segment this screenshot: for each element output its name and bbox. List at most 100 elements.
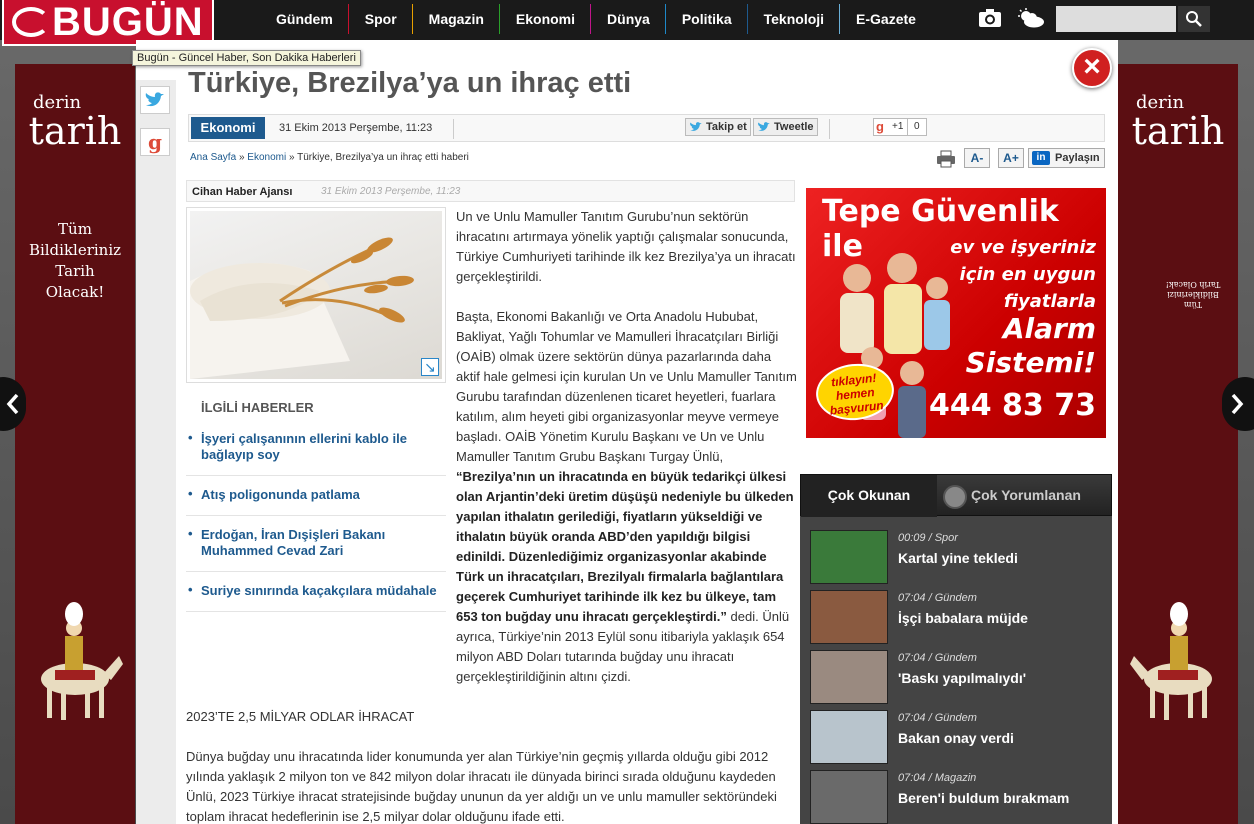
news-thumbnail (810, 530, 888, 584)
nav-spor[interactable]: Spor (349, 0, 413, 40)
breadcrumb-home[interactable]: Ana Sayfa (190, 152, 236, 163)
news-title: İşçi babalara müjde (898, 610, 1028, 626)
ad-brand-big: tarih (28, 109, 122, 153)
ad-product: Alarm Sistemi! (965, 312, 1096, 379)
logo-swoosh-icon (12, 7, 50, 37)
side-ad-left[interactable]: derin tarih Tüm Bildikleriniz Tarih Olac… (15, 64, 135, 824)
google-plus-icon: g (876, 119, 884, 134)
source-bar: Cihan Haber Ajansı 31 Ekim 2013 Perşembe… (186, 180, 795, 202)
main-nav: Gündem Spor Magazin Ekonomi Dünya Politi… (260, 0, 932, 40)
ad-tagline-rotated: Tüm Bildiklerinizi Tarih Olacak! (1165, 280, 1221, 309)
breadcrumb-category[interactable]: Ekonomi (247, 152, 286, 163)
popular-news-item[interactable]: 00:09 / Spor Kartal yine tekledi (808, 530, 1104, 584)
related-news-item[interactable]: Suriye sınırında kaçakçılara müdahale (186, 579, 446, 612)
share-rail: g (136, 80, 176, 824)
related-news-item[interactable]: Atış poligonunda patlama (186, 483, 446, 516)
nav-politika[interactable]: Politika (666, 0, 748, 40)
news-meta: 00:09 / Spor (898, 532, 958, 544)
ad-tagline: Tüm Bildikleriniz Tarih Olacak! (28, 220, 122, 301)
subheading: 2023’TE 2,5 MİLYAR ODLAR İHRACAT (186, 709, 415, 724)
breadcrumb: Ana Sayfa » Ekonomi » Türkiye, Brezilya’… (190, 152, 469, 163)
linkedin-share-button[interactable]: in Paylaşın (1028, 148, 1105, 168)
related-news-item[interactable]: Erdoğan, İran Dışişleri Bakanı Muhammed … (186, 523, 446, 572)
twitter-icon (758, 122, 770, 131)
related-news-title: İLGİLİ HABERLER (201, 400, 314, 415)
logo-tooltip: Bugün - Güncel Haber, Son Dakika Haberle… (132, 50, 361, 66)
search-icon (1186, 11, 1202, 27)
wheat-illustration (190, 237, 414, 379)
nav-dunya[interactable]: Dünya (591, 0, 666, 40)
ad-phone: 444 83 73 (928, 388, 1096, 423)
news-meta: 07:04 / Magazin (898, 772, 977, 784)
camera-icon[interactable] (978, 8, 1002, 28)
tab-toggle-icon[interactable] (943, 485, 967, 509)
article-panel: g Türkiye, Brezilya’ya un ihraç etti × E… (136, 40, 1118, 824)
ottoman-rider-illustration (41, 602, 123, 720)
print-icon[interactable] (936, 150, 956, 168)
next-article-button[interactable] (1222, 377, 1254, 431)
breadcrumb-current: Türkiye, Brezilya’ya un ihraç etti haber… (297, 152, 469, 163)
decrease-font-button[interactable]: A- (964, 148, 990, 168)
news-meta: 07:04 / Gündem (898, 592, 977, 604)
ad-brand-big: tarih (1131, 109, 1225, 153)
news-title: Beren'i buldum bırakmam (898, 790, 1070, 806)
tab-most-commented[interactable]: Çok Yorumlanan (971, 475, 1081, 517)
popular-news-item[interactable]: 07:04 / Gündem İşçi babalara müjde (808, 590, 1104, 644)
related-news: İLGİLİ HABERLER İşyeri çalışanının eller… (186, 400, 446, 619)
enlarge-icon[interactable]: ↘ (421, 358, 439, 376)
chevron-left-icon (6, 393, 19, 415)
ad-brand: derin tarih (1118, 94, 1238, 153)
news-title: 'Baskı yapılmalıydı' (898, 670, 1027, 686)
logo-text: BUGÜN (52, 0, 204, 44)
twitter-follow-button[interactable]: Takip et (685, 118, 751, 136)
news-thumbnail (810, 710, 888, 764)
popular-news-item[interactable]: 07:04 / Gündem 'Baskı yapılmalıydı' (808, 650, 1104, 704)
google-plus-share-button[interactable]: g (140, 128, 170, 156)
popular-news-widget: Çok Okunan Çok Yorumlanan 00:09 / Spor K… (800, 474, 1112, 824)
related-news-item[interactable]: İşyeri çalışanının ellerini kablo ile ba… (186, 427, 446, 476)
tab-most-read[interactable]: Çok Okunan (801, 475, 937, 517)
news-thumbnail (810, 650, 888, 704)
twitter-share-button[interactable] (140, 86, 170, 114)
flour-wheat-image: ↘ (190, 211, 442, 379)
nav-teknoloji[interactable]: Teknoloji (748, 0, 841, 40)
article-meta-bar: Ekonomi 31 Ekim 2013 Perşembe, 11:23 Tak… (188, 114, 1105, 142)
popular-tabs: Çok Okunan Çok Yorumlanan (800, 474, 1112, 517)
paragraph-3: Dünya buğday unu ihracatında lider konum… (186, 749, 777, 824)
popular-news-item[interactable]: 07:04 / Gündem Bakan onay verdi (808, 710, 1104, 764)
tweet-button[interactable]: Tweetle (753, 118, 818, 136)
close-icon: × (1083, 50, 1101, 83)
category-badge[interactable]: Ekonomi (191, 117, 265, 139)
google-plus-icon: g (148, 130, 162, 154)
increase-font-button[interactable]: A+ (998, 148, 1024, 168)
search-button[interactable] (1178, 6, 1210, 32)
news-thumbnail (810, 590, 888, 644)
article-date: 31 Ekim 2013 Perşembe, 11:23 (279, 122, 433, 134)
side-ad-right[interactable]: derin tarih Tüm Bildiklerinizi Tarih Ola… (1118, 64, 1238, 824)
top-navigation-bar: BUGÜN Gündem Spor Magazin Ekonomi Dünya … (0, 0, 1254, 46)
google-plus-one-button[interactable]: g +1 (873, 118, 909, 136)
nav-magazin[interactable]: Magazin (413, 0, 501, 40)
twitter-icon (145, 92, 164, 107)
linkedin-icon: in (1032, 151, 1050, 165)
news-thumbnail (810, 770, 888, 824)
security-ad-banner[interactable]: Tepe Güvenlik ile ev ve işyeriniz için e… (806, 188, 1106, 438)
news-source: Cihan Haber Ajansı (192, 186, 293, 198)
nav-gundem[interactable]: Gündem (260, 0, 349, 40)
nav-ekonomi[interactable]: Ekonomi (500, 0, 592, 40)
nav-e-gazete[interactable]: E-Gazete (840, 0, 932, 40)
quote: “Brezilya’nın un ihracatında en büyük te… (456, 469, 794, 624)
popular-news-item[interactable]: 07:04 / Magazin Beren'i buldum bırakmam (808, 770, 1104, 824)
twitter-icon (690, 122, 702, 131)
news-title: Kartal yine tekledi (898, 550, 1018, 566)
news-meta: 07:04 / Gündem (898, 652, 977, 664)
search-input[interactable] (1056, 6, 1176, 32)
news-meta: 07:04 / Gündem (898, 712, 977, 724)
weather-icon[interactable] (1017, 8, 1045, 28)
article-photo[interactable]: ↘ (186, 207, 446, 383)
chevron-right-icon (1231, 393, 1244, 415)
google-plus-count: 0 (907, 118, 927, 136)
source-date: 31 Ekim 2013 Perşembe, 11:23 (321, 186, 461, 197)
news-title: Bakan onay verdi (898, 730, 1014, 746)
close-button[interactable]: × (1072, 48, 1112, 88)
